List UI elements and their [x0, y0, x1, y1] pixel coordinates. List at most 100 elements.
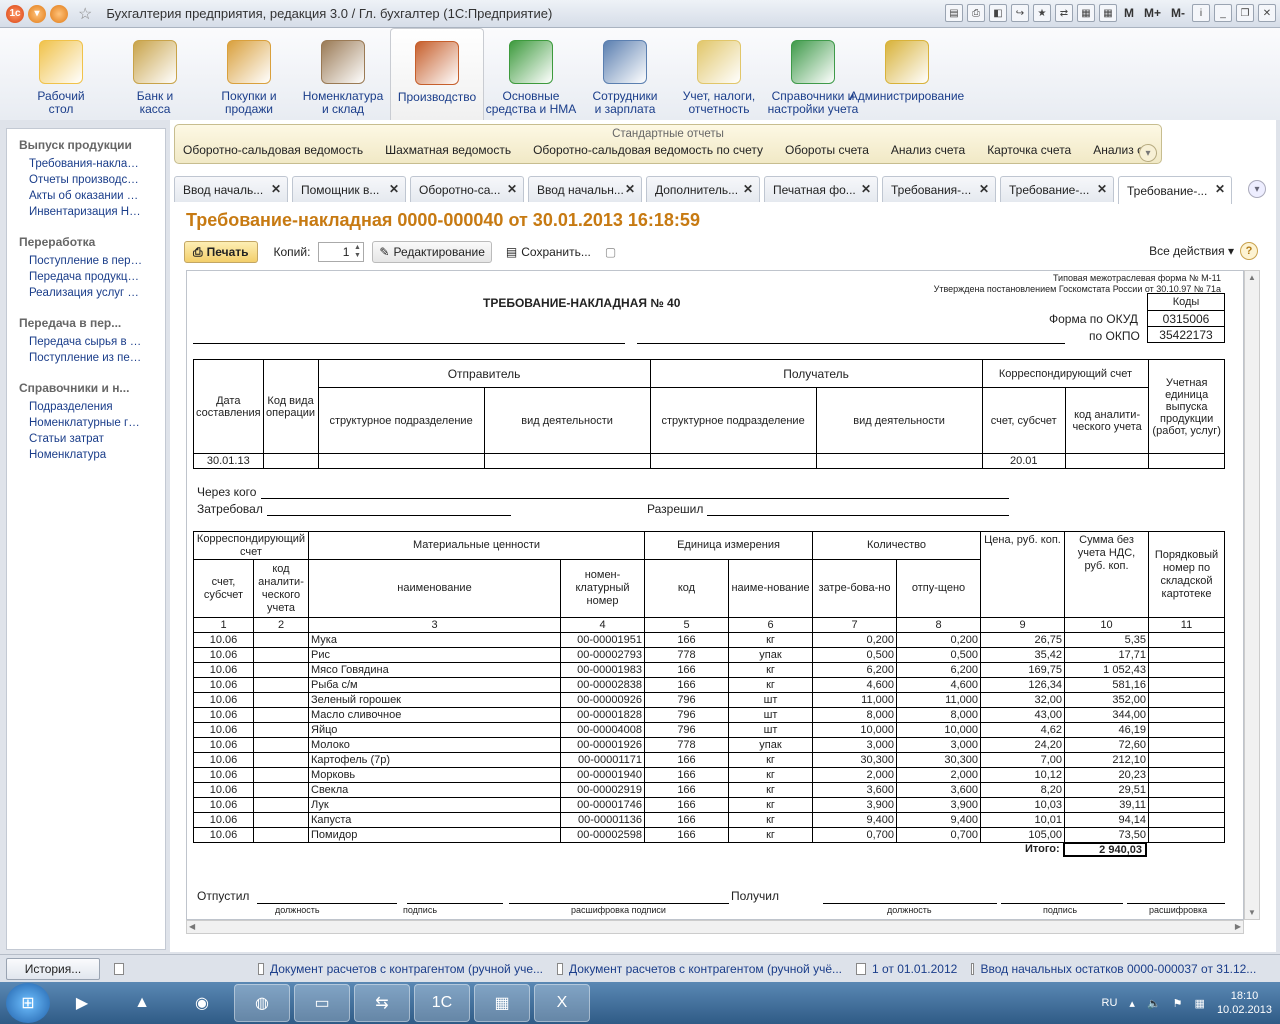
back-icon[interactable] — [50, 4, 68, 23]
history-item[interactable]: Документ расчетов с контрагентом (ручной… — [258, 962, 543, 976]
close-tab-icon[interactable]: ✕ — [979, 182, 989, 196]
tab[interactable]: Требования-... ✕ — [882, 176, 996, 202]
memory-mplus-button[interactable]: M+ — [1144, 6, 1161, 20]
1c-icon[interactable]: 1С — [414, 984, 470, 1022]
nav-item[interactable]: Требования-накладные — [7, 156, 165, 172]
history-item[interactable]: 1 от 01.01.2012 — [856, 962, 957, 976]
link-icon[interactable]: ⇄ — [1054, 4, 1073, 22]
restore-icon[interactable]: ❐ — [1236, 4, 1254, 22]
section-10[interactable]: Администрирование — [850, 28, 964, 120]
history-item[interactable]: Документ расчетов с контрагентом (ручной… — [557, 962, 842, 976]
vertical-scrollbar[interactable]: ▲ ▼ — [1244, 270, 1260, 920]
nav-item[interactable]: Акты об оказании пр... — [7, 188, 165, 204]
tab[interactable]: Дополнитель... ✕ — [646, 176, 760, 202]
scroll-left-icon[interactable]: ◀ — [189, 922, 195, 931]
history-item-blurred[interactable] — [114, 962, 244, 975]
close-tab-icon[interactable]: ✕ — [625, 182, 635, 196]
tabs-dropdown-icon[interactable]: ▾ — [1248, 180, 1266, 198]
vlc-icon[interactable]: ▲ — [114, 984, 170, 1022]
volume-icon[interactable]: 🔈 — [1147, 997, 1161, 1010]
section-8[interactable]: Учет, налоги, отчетность — [672, 28, 766, 120]
section-7[interactable]: Сотрудники и зарплата — [578, 28, 672, 120]
menu-arrow-icon[interactable]: ▾ — [28, 4, 46, 23]
section-5[interactable]: Производство — [390, 28, 484, 120]
tab[interactable]: Ввод начальн... ✕ — [528, 176, 642, 202]
print-button[interactable]: ⎙ Печать — [184, 241, 258, 263]
flag-icon[interactable]: ⚑ — [1173, 997, 1183, 1010]
tab[interactable]: Оборотно-са... ✕ — [410, 176, 524, 202]
print-icon[interactable]: ⎙ — [966, 4, 985, 22]
nav-item[interactable]: Передача сырья в пе... — [7, 334, 165, 350]
teamviewer-icon[interactable]: ⇆ — [354, 984, 410, 1022]
tab[interactable]: Ввод началь... ✕ — [174, 176, 288, 202]
tab[interactable]: Печатная фо... ✕ — [764, 176, 878, 202]
chrome-icon[interactable]: ◉ — [174, 984, 230, 1022]
nav-group-title[interactable]: Переработка — [7, 234, 165, 250]
forward-icon[interactable]: ↪ — [1010, 4, 1029, 22]
close-tab-icon[interactable]: ✕ — [271, 182, 281, 196]
calculator-icon[interactable]: ▦ — [474, 984, 530, 1022]
nav-item[interactable]: Поступление из пере... — [7, 350, 165, 366]
close-tab-icon[interactable]: ✕ — [1097, 182, 1107, 196]
section-1[interactable]: Рабочий стол — [14, 28, 108, 120]
report-link[interactable]: Оборотно-сальдовая ведомость по счету — [533, 143, 763, 157]
scroll-up-icon[interactable]: ▲ — [1248, 273, 1256, 282]
info-icon[interactable]: i — [1192, 4, 1210, 22]
history-button[interactable]: История... — [6, 957, 100, 980]
1c-logo-icon[interactable]: 1с — [6, 4, 24, 23]
close-tab-icon[interactable]: ✕ — [743, 182, 753, 196]
history-item[interactable]: Ввод начальных остатков 0000-000037 от 3… — [971, 962, 1256, 976]
star-icon[interactable]: ★ — [1032, 4, 1051, 22]
tab[interactable]: Требование-... ✕ — [1000, 176, 1114, 202]
language-indicator[interactable]: RU — [1102, 997, 1118, 1009]
scroll-right-icon[interactable]: ▶ — [1235, 922, 1241, 931]
close-tab-icon[interactable]: ✕ — [507, 182, 517, 196]
nav-group-title[interactable]: Справочники и н... — [7, 380, 165, 396]
report-link[interactable]: Шахматная ведомость — [385, 143, 511, 157]
scroll-down-icon[interactable]: ▼ — [1248, 908, 1256, 917]
memory-m-button[interactable]: M — [1124, 6, 1134, 20]
nav-item[interactable]: Поступление в перер... — [7, 253, 165, 269]
nav-item[interactable]: Реализация услуг по ... — [7, 285, 165, 301]
copies-stepper[interactable]: 1 ▲ ▼ — [318, 242, 365, 262]
firefox-icon[interactable]: ◍ — [234, 984, 290, 1022]
nav-item[interactable]: Инвентаризация НЗП — [7, 204, 165, 220]
help-icon[interactable]: ? — [1240, 242, 1258, 260]
explorer-folder-icon[interactable]: ▭ — [294, 984, 350, 1022]
close-tab-icon[interactable]: ✕ — [389, 182, 399, 196]
section-2[interactable]: Банк и касса — [108, 28, 202, 120]
nav-item[interactable]: Подразделения — [7, 399, 165, 415]
section-4[interactable]: Номенклатура и склад — [296, 28, 390, 120]
nav-item[interactable]: Номенклатурные гру... — [7, 415, 165, 431]
section-6[interactable]: Основные средства и НМА — [484, 28, 578, 120]
chevron-down-icon[interactable]: ▾ — [1139, 144, 1157, 162]
all-actions-button[interactable]: Все действия ▾ — [1149, 244, 1234, 258]
save-button[interactable]: ▤ Сохранить... — [500, 241, 597, 263]
spinner-arrows-icon[interactable]: ▲ ▼ — [352, 244, 362, 260]
edit-button[interactable]: ✎ Редактирование — [372, 241, 492, 263]
memory-mminus-button[interactable]: M- — [1171, 6, 1185, 20]
section-9[interactable]: Справочники и настройки учета — [766, 28, 860, 120]
close-tab-icon[interactable]: ✕ — [1215, 182, 1225, 196]
calc-icon[interactable]: ▦ — [1076, 4, 1095, 22]
close-tab-icon[interactable]: ✕ — [861, 182, 871, 196]
report-link[interactable]: Анализ счета — [891, 143, 965, 157]
tray-arrows-icon[interactable]: ▴ — [1129, 997, 1135, 1010]
network-icon[interactable]: ▦ — [1195, 997, 1205, 1010]
nav-group-title[interactable]: Выпуск продукции — [7, 137, 165, 153]
report-link[interactable]: Карточка счета — [987, 143, 1071, 157]
save-icon[interactable]: ▤ — [944, 4, 963, 22]
nav-item[interactable]: Статьи затрат — [7, 431, 165, 447]
tab[interactable]: Требование-... ✕ — [1118, 176, 1232, 204]
nav-item[interactable]: Номенклатура — [7, 447, 165, 463]
favorites-star-icon[interactable]: ☆ — [78, 4, 92, 24]
horizontal-scrollbar[interactable]: ◀ ▶ — [186, 920, 1244, 934]
section-3[interactable]: Покупки и продажи — [202, 28, 296, 120]
clock[interactable]: 18:10 10.02.2013 — [1217, 989, 1272, 1017]
preview-icon[interactable]: ◧ — [988, 4, 1007, 22]
media-player-icon[interactable]: ▶ — [54, 984, 110, 1022]
excel-icon[interactable]: X — [534, 984, 590, 1022]
minimize-icon[interactable]: _ — [1214, 4, 1232, 22]
report-link[interactable]: Обороты счета — [785, 143, 869, 157]
calendar-icon[interactable]: ▦ — [1098, 4, 1117, 22]
